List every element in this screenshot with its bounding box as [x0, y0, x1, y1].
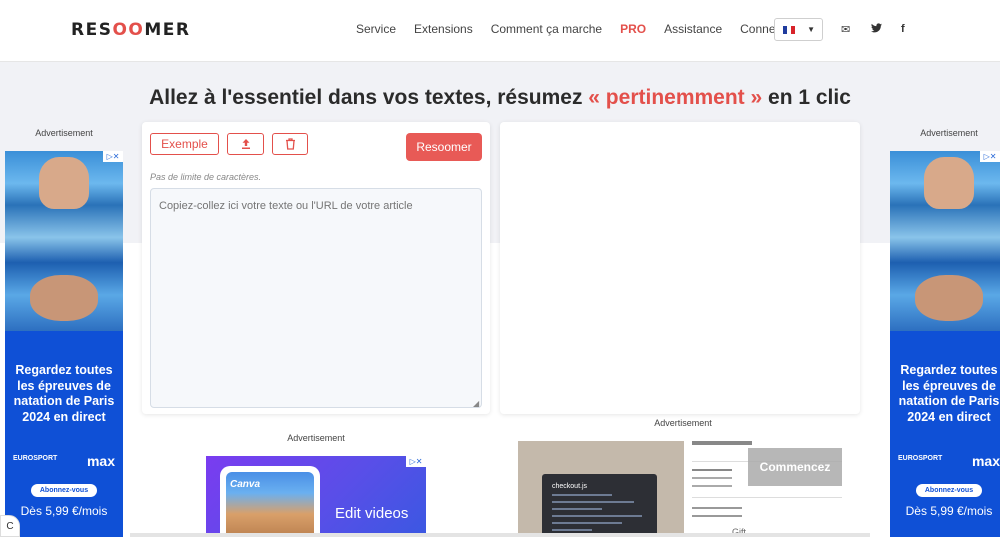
bottom-bar: [130, 533, 870, 537]
trash-icon: [285, 138, 295, 150]
french-flag-icon: [783, 26, 795, 34]
summary-output-panel: [500, 122, 860, 414]
eurosport-logo: EUROSPORT: [898, 455, 943, 462]
side-ad-left[interactable]: ▷✕ Regardez toutes les épreuves de natat…: [5, 151, 123, 537]
side-ad-right[interactable]: ▷✕ Regardez toutes les épreuves de natat…: [890, 151, 1000, 537]
nav-how-it-works[interactable]: Comment ça marche: [491, 22, 602, 36]
main-nav: Service Extensions Comment ça marche PRO…: [356, 22, 816, 36]
canva-ad-text: Edit videos: [335, 505, 409, 522]
nav-assistance[interactable]: Assistance: [664, 22, 722, 36]
ad-subscribe-button[interactable]: Abonnez-vous: [31, 484, 97, 497]
upload-button[interactable]: [227, 133, 264, 155]
ad-brand-row: EUROSPORT max: [11, 451, 117, 473]
wix-start-button[interactable]: Commencez: [748, 448, 842, 486]
ad-label-bottom-right: Advertisement: [654, 418, 712, 428]
resize-handle-icon[interactable]: ◢: [473, 399, 479, 408]
ad-price: Dès 5,99 €/mois: [20, 504, 108, 518]
upload-icon: [241, 139, 250, 149]
nav-service[interactable]: Service: [356, 22, 396, 36]
page-tagline: Allez à l'essentiel dans vos textes, rés…: [149, 86, 851, 109]
ad-label-bottom-left: Advertisement: [287, 433, 345, 443]
ad-choices-icon[interactable]: ▷✕: [103, 151, 123, 162]
twitter-icon[interactable]: [871, 23, 882, 36]
nav-extensions[interactable]: Extensions: [414, 22, 473, 36]
envelope-icon[interactable]: ✉: [841, 23, 850, 36]
code-editor-mockup: checkout.js: [518, 441, 684, 537]
code-file-name: checkout.js: [552, 483, 588, 490]
ad-headline: Regardez toutes les épreuves de natation…: [13, 363, 115, 424]
ad-headline: Regardez toutes les épreuves de natation…: [898, 363, 1000, 424]
resoomer-logo[interactable]: RESOOMER: [71, 20, 190, 40]
ad-subscribe-button[interactable]: Abonnez-vous: [916, 484, 982, 497]
ad-choices-icon[interactable]: ▷✕: [406, 456, 426, 467]
ad-brand-row: EUROSPORT max: [896, 451, 1000, 473]
chevron-down-icon: ▼: [807, 25, 815, 34]
wix-ad[interactable]: checkout.js Commencez Gift: [518, 441, 844, 537]
site-header: RESOOMER Service Extensions Comment ça m…: [0, 0, 1000, 62]
clear-button[interactable]: [272, 133, 308, 155]
resoomer-button[interactable]: Resoomer: [406, 133, 482, 161]
example-button[interactable]: Exemple: [150, 133, 219, 155]
max-logo: max: [971, 453, 1000, 469]
facebook-icon[interactable]: f: [901, 23, 905, 35]
canva-logo: Canva: [230, 479, 261, 490]
language-select[interactable]: ▼: [774, 18, 823, 41]
ad-choices-icon[interactable]: ▷✕: [980, 151, 1000, 162]
cookie-settings-button[interactable]: C: [0, 515, 20, 537]
ad-label-left: Advertisement: [35, 128, 93, 138]
max-logo: max: [86, 453, 115, 469]
nav-pro[interactable]: PRO: [620, 22, 646, 36]
text-input[interactable]: [150, 188, 482, 408]
canva-ad[interactable]: Canva Edit videos ▷✕: [206, 456, 426, 537]
ad-label-right: Advertisement: [920, 128, 978, 138]
character-limit-note: Pas de limite de caractères.: [150, 172, 262, 182]
ad-price: Dès 5,99 €/mois: [905, 504, 993, 518]
eurosport-logo: EUROSPORT: [13, 455, 58, 462]
